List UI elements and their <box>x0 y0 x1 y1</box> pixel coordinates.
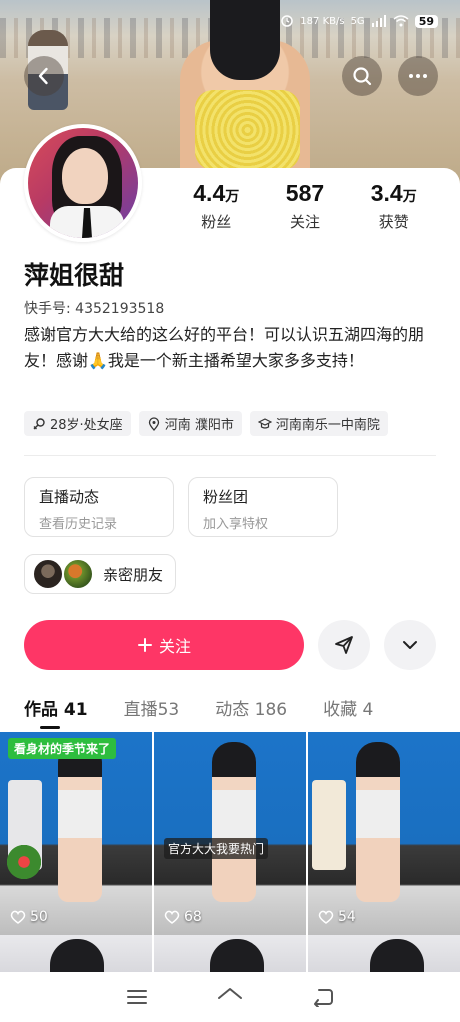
menu-button[interactable] <box>120 980 154 1014</box>
back-button[interactable] <box>24 56 64 96</box>
kuaishou-id[interactable]: 快手号: 4352193518 <box>24 298 164 318</box>
home-icon <box>217 988 242 999</box>
more-button[interactable] <box>398 56 438 96</box>
stat-followers[interactable]: 4.4万 粉丝 <box>193 180 239 232</box>
status-bar: 187 KB/s 5G 59 <box>280 14 438 28</box>
female-icon <box>33 417 45 429</box>
tab-favorites[interactable]: 收藏 4 <box>323 695 373 725</box>
card-title: 直播动态 <box>39 488 100 506</box>
tab-indicator <box>40 726 60 729</box>
close-friends-label: 亲密朋友 <box>103 565 164 584</box>
network-speed: 187 KB/s <box>300 15 345 27</box>
tab-label: 直播 <box>123 700 158 720</box>
video-likes: 54 <box>318 909 356 925</box>
system-nav-bar <box>0 972 460 1022</box>
follow-button[interactable]: 关注 <box>24 620 304 670</box>
tag-age: 28岁·处女座 <box>24 411 131 436</box>
content-tabs: 作品 41 直播53 动态 186 收藏 4 <box>24 695 460 725</box>
heart-icon <box>318 910 334 924</box>
more-horizontal-icon <box>409 74 427 78</box>
video-thumbnail[interactable]: 官方大大我要热门 68 <box>154 732 306 935</box>
back-icon <box>314 989 334 1007</box>
stat-unit: 万 <box>225 188 240 204</box>
search-button[interactable] <box>342 56 382 96</box>
menu-icon <box>126 990 147 1004</box>
close-friends-button[interactable]: 亲密朋友 <box>24 554 177 594</box>
video-likes: 68 <box>164 909 202 925</box>
chevron-left-icon <box>38 67 48 85</box>
tag-school: 河南南乐一中南院 <box>249 411 388 436</box>
chevron-down-icon <box>403 641 417 649</box>
profile-bio: 感谢官方大大给的这么好的平台！可以认识五湖四海的朋友！感谢🙏我是一个新主播希望大… <box>24 325 425 370</box>
stat-following[interactable]: 587 关注 <box>286 180 324 232</box>
stat-label: 粉丝 <box>201 213 232 231</box>
friend-avatar <box>33 559 63 589</box>
video-thumbnail[interactable] <box>154 935 306 975</box>
tag-age-text: 28岁·处女座 <box>50 418 123 433</box>
likes-count: 68 <box>184 909 202 925</box>
school-icon <box>257 417 272 429</box>
follow-label: 关注 <box>158 637 191 656</box>
divider <box>24 455 436 456</box>
stat-value: 4.4 <box>193 180 226 206</box>
send-icon <box>335 636 353 654</box>
stat-likes[interactable]: 3.4万 获赞 <box>371 180 417 232</box>
tag-school-text: 河南南乐一中南院 <box>275 418 380 433</box>
stat-value: 587 <box>285 180 325 206</box>
tab-count: 4 <box>362 700 374 720</box>
video-thumbnail[interactable] <box>308 935 460 975</box>
tab-live[interactable]: 直播53 <box>124 695 180 725</box>
tab-count: 186 <box>254 700 288 720</box>
tab-works[interactable]: 作品 41 <box>24 695 88 725</box>
alarm-icon <box>280 14 294 28</box>
signal-icon <box>371 15 387 27</box>
tag-location-text: 河南 濮阳市 <box>164 418 234 433</box>
friend-avatar <box>63 559 93 589</box>
network-type: 5G <box>350 15 365 27</box>
fan-club-card[interactable]: 粉丝团 加入享特权 <box>188 477 338 537</box>
live-history-card[interactable]: 直播动态 查看历史记录 <box>24 477 174 537</box>
tab-count: 53 <box>157 700 180 720</box>
card-title: 粉丝团 <box>203 488 249 506</box>
tab-moments[interactable]: 动态 186 <box>215 695 287 725</box>
stat-unit: 万 <box>402 188 417 204</box>
tag-location: 河南 濮阳市 <box>138 411 242 436</box>
tab-label: 收藏 <box>323 700 358 720</box>
stat-value: 3.4 <box>370 180 403 206</box>
likes-count: 50 <box>30 909 48 925</box>
video-caption: 看身材的季节来了 <box>8 738 117 759</box>
tab-count: 41 <box>63 700 88 720</box>
profile-username: 萍姐很甜 <box>24 261 125 290</box>
video-thumbnail[interactable]: 54 <box>308 732 460 935</box>
feature-cards: 直播动态 查看历史记录 粉丝团 加入享特权 <box>24 477 338 537</box>
stat-label: 获赞 <box>378 213 409 231</box>
video-thumbnail[interactable]: 看身材的季节来了 50 <box>0 732 152 935</box>
nav-back-button[interactable] <box>306 980 340 1014</box>
video-likes: 50 <box>10 909 48 925</box>
wifi-icon <box>393 15 409 27</box>
video-thumbnail[interactable] <box>0 935 152 975</box>
cover-woman-top <box>195 90 300 170</box>
profile-tags: 28岁·处女座 河南 濮阳市 河南南乐一中南院 <box>24 411 388 436</box>
video-subtitle: 官方大大我要热门 <box>164 838 269 859</box>
battery-level: 59 <box>414 14 438 28</box>
card-subtitle: 加入享特权 <box>203 517 269 532</box>
card-subtitle: 查看历史记录 <box>39 517 118 532</box>
heart-icon <box>164 910 180 924</box>
cover-woman-hair <box>210 0 280 80</box>
plus-icon <box>137 638 152 652</box>
profile-stats: 4.4万 粉丝 587 关注 3.4万 获赞 <box>170 180 440 232</box>
likes-count: 54 <box>338 909 356 925</box>
stat-label: 关注 <box>289 213 320 231</box>
heart-icon <box>10 910 26 924</box>
expand-button[interactable] <box>384 620 436 670</box>
share-button[interactable] <box>318 620 370 670</box>
tab-label: 动态 <box>215 700 250 720</box>
search-icon <box>353 67 372 86</box>
avatar[interactable] <box>24 124 142 242</box>
location-icon <box>148 416 159 431</box>
home-button[interactable] <box>213 980 247 1014</box>
tab-label: 作品 <box>24 700 58 720</box>
